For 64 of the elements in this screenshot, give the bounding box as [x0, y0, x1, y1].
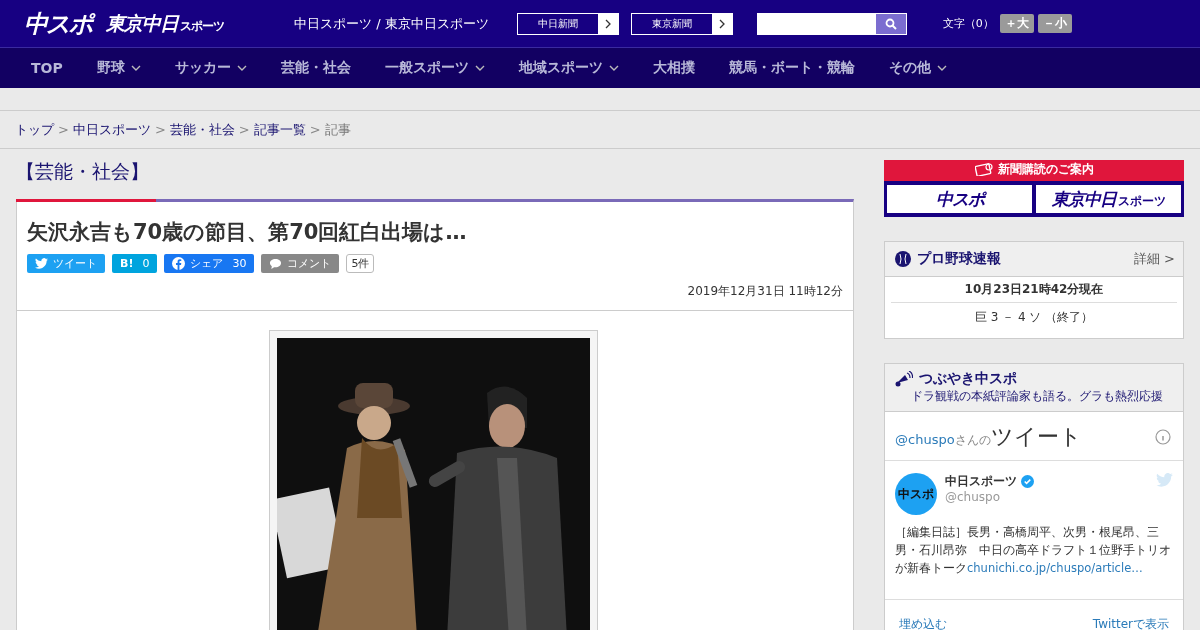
nav-item[interactable]: 競馬・ボート・競輪: [728, 59, 855, 77]
breadcrumb-separator: >: [58, 122, 69, 137]
nav-item[interactable]: 芸能・社会: [280, 59, 351, 77]
bird-icon: [1156, 473, 1173, 487]
breadcrumb-link[interactable]: 芸能・社会: [169, 120, 235, 139]
update-time: 10月23日21時42分現在: [891, 277, 1177, 303]
timeline-heading: @chuspoさんのツイート: [895, 423, 1082, 451]
avatar-icon[interactable]: 中スポ: [895, 473, 937, 515]
verified-icon: [1021, 475, 1034, 488]
article-title: 矢沢永吉も70歳の節目、第70回紅白出場は…: [27, 219, 468, 246]
search-icon[interactable]: [875, 13, 906, 34]
breadcrumb-link[interactable]: トップ: [15, 120, 54, 139]
breadcrumb-link[interactable]: 記事一覧: [253, 120, 306, 139]
nav-item[interactable]: 野球: [96, 59, 141, 77]
nav-item[interactable]: 一般スポーツ: [384, 59, 485, 77]
chevron-down-icon: [130, 65, 141, 71]
site-logo[interactable]: 東京中日スポーツ: [106, 10, 224, 37]
widget-subtitle: ドラ観戦の本紙評論家も語る。グラも熱烈応援: [911, 388, 1164, 405]
newspaper-logo[interactable]: 中スポ: [887, 185, 1032, 213]
subscription-banner[interactable]: 新聞購読のご案内 中スポ 東京中日スポーツ: [884, 160, 1184, 217]
newspaper-link[interactable]: 中日新聞: [516, 12, 619, 35]
megaphone-icon: [895, 371, 913, 387]
tweet-text: ［編集日誌］長男・高橋周平、次男・根尾昂、三男・石川昂弥 中日の高卒ドラフト１位野手トリオが新春トークchunichi.co.jp/chuspo/article…: [895, 524, 1172, 577]
breadcrumb-current: 記事: [324, 120, 351, 139]
breadcrumb-separator: >: [238, 122, 250, 137]
speech-bubble-icon: [269, 257, 283, 270]
info-icon[interactable]: [1155, 429, 1171, 445]
nav-item[interactable]: 地域スポーツ: [518, 59, 619, 77]
account-name[interactable]: 中日スポーツ: [945, 473, 1017, 490]
breadcrumb-link[interactable]: 中日スポーツ: [72, 120, 151, 139]
nav-item[interactable]: 大相撲: [652, 59, 695, 77]
chevron-down-icon: [608, 65, 619, 71]
nav-item[interactable]: その他: [888, 59, 947, 77]
baseball-icon: [895, 251, 911, 267]
comment-count: 5件: [346, 254, 375, 273]
search-field[interactable]: [756, 12, 907, 35]
article-date: 2019年12月31日 11時12分: [686, 283, 843, 300]
category-heading: 【芸能・社会】: [16, 159, 150, 184]
tweet-link[interactable]: chunichi.co.jp/chuspo/article…: [967, 561, 1143, 575]
breadcrumb-separator: >: [309, 122, 321, 137]
nav-item[interactable]: TOP: [31, 60, 63, 76]
details-link[interactable]: 詳細 >: [1133, 250, 1175, 268]
widget-title: つぶやき中スポ: [919, 370, 1017, 388]
nav-item[interactable]: サッカー: [174, 59, 247, 77]
chevron-down-icon: [236, 65, 247, 71]
share-button[interactable]: コメント: [261, 254, 340, 273]
site-title: 中日スポーツ / 東京中日スポーツ: [294, 14, 489, 33]
game-score[interactable]: 巨 3 － 4 ソ （終了）: [885, 303, 1183, 338]
font-size-label: 文字（0）: [942, 16, 994, 31]
share-button[interactable]: シェア 30: [164, 254, 255, 273]
newspaper-icon: [974, 163, 993, 176]
chevron-right-icon: [718, 18, 725, 29]
breadcrumb-separator: >: [154, 122, 166, 137]
timeline-link[interactable]: Twitterで表示: [1092, 616, 1169, 630]
facebook-icon: [172, 257, 186, 270]
chevron-down-icon: [474, 65, 485, 71]
subscription-title: 新聞購読のご案内: [997, 161, 1094, 178]
bird-icon: [35, 258, 48, 269]
newspaper-link[interactable]: 東京新聞: [630, 12, 733, 35]
chevron-down-icon: [936, 65, 947, 71]
newspaper-logo[interactable]: 東京中日スポーツ: [1036, 185, 1181, 213]
chevron-right-icon: [604, 18, 611, 29]
timeline-link[interactable]: 埋め込む: [899, 616, 947, 630]
widget-title: プロ野球速報: [917, 250, 1001, 268]
